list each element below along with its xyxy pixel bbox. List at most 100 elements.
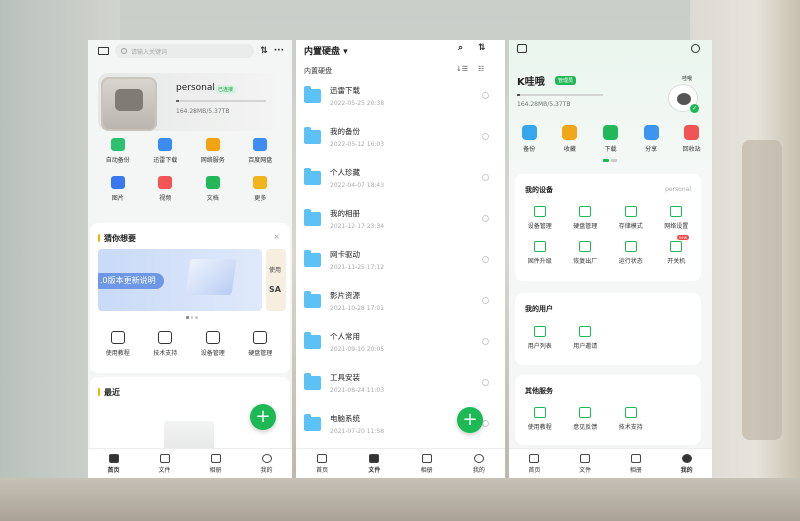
grid-item-7[interactable]: 文档 (189, 176, 237, 202)
grid-item-label: 运行状态 (618, 258, 643, 265)
tab-2[interactable]: 文件 (348, 449, 400, 478)
select-radio[interactable] (482, 215, 489, 222)
backup-icon (521, 125, 537, 140)
profile-icon (681, 453, 692, 463)
search-icon[interactable]: ⌕ (458, 43, 463, 53)
file-row[interactable]: 影片资源 2021-10-28 17:01 (296, 289, 505, 330)
file-row[interactable]: 我的备份 2022-05-12 16:03 (296, 125, 505, 166)
file-name: 工具安装 (330, 373, 360, 382)
grid-item-8[interactable]: new 开关机 (654, 235, 700, 265)
tab-3[interactable]: 相册 (401, 449, 453, 478)
quick-action-4[interactable]: 分享 (631, 125, 672, 153)
update-banner[interactable]: .0版本更新说明 (98, 249, 262, 311)
firmware-upgrade-icon (533, 241, 546, 252)
tab-2[interactable]: 文件 (560, 449, 611, 478)
view-mode-icon[interactable]: ☷ (478, 65, 484, 73)
quick-action-5[interactable]: 回收站 (671, 125, 712, 153)
grid-item-3[interactable]: 存储模式 (608, 206, 654, 230)
tab-1[interactable]: 首页 (296, 449, 348, 478)
storage-progress-bar (176, 100, 266, 102)
transfer-icon[interactable]: ⇅ (478, 43, 486, 53)
grid-item-1[interactable]: 设备管理 (517, 206, 563, 230)
grid-item-2[interactable]: 硬盘管理 (563, 206, 609, 230)
select-radio[interactable] (482, 297, 489, 304)
grid-item-3[interactable]: 技术支持 (608, 407, 654, 431)
sort-icon[interactable]: ↓☰ (456, 65, 468, 73)
other-section: 其他服务 使用教程 意见反馈 技术支持 (515, 375, 701, 445)
device-section-title: 我的设备 (525, 186, 553, 194)
select-radio[interactable] (482, 256, 489, 263)
grid-item-1[interactable]: 使用教程 (517, 407, 563, 431)
grid-item-5[interactable]: 图片 (94, 176, 142, 202)
tab-1[interactable]: 首页 (509, 449, 560, 478)
select-radio[interactable] (482, 379, 489, 386)
quick-action-1[interactable]: 备份 (509, 125, 550, 153)
grid-item-1[interactable]: 使用教程 (94, 331, 142, 357)
quick-action-3[interactable]: 下载 (590, 125, 631, 153)
drive-title[interactable]: 内置硬盘 ▾ (304, 44, 348, 57)
section-marker (98, 388, 100, 396)
file-row[interactable]: 个人常用 2021-09-10 20:05 (296, 330, 505, 371)
grid-item-6[interactable]: 视频 (142, 176, 190, 202)
grid-item-2[interactable]: 技术支持 (142, 331, 190, 357)
album-icon (421, 453, 432, 463)
home-icon (108, 453, 119, 463)
tab-2[interactable]: 文件 (139, 449, 190, 478)
search-input[interactable]: 请输入关键词 (115, 44, 255, 58)
grid-item-2[interactable]: 迅雷下载 (142, 138, 190, 164)
grid-item-5[interactable]: 固件升级 (517, 241, 563, 265)
file-date: 2021-10-28 17:01 (330, 305, 385, 312)
new-tag: new (676, 235, 689, 240)
next-banner[interactable]: 使用 SA (266, 249, 286, 311)
scan-icon[interactable] (517, 44, 527, 53)
tab-3[interactable]: 相册 (611, 449, 662, 478)
file-row[interactable]: 工具安装 2021-08-24 11:03 (296, 371, 505, 412)
select-radio[interactable] (482, 338, 489, 345)
file-row[interactable]: 网卡驱动 2021-11-25 17:12 (296, 248, 505, 289)
power-icon (670, 241, 683, 252)
grid-item-1[interactable]: 自动备份 (94, 138, 142, 164)
tab-3[interactable]: 相册 (190, 449, 241, 478)
file-row[interactable]: 个人珍藏 2022-04-07 18:43 (296, 166, 505, 207)
file-name: 个人常用 (330, 332, 360, 341)
device-section-name[interactable]: personal (665, 186, 691, 193)
select-radio[interactable] (482, 133, 489, 140)
grid-item-label: 意见反馈 (573, 424, 598, 431)
add-button[interactable]: + (250, 404, 276, 430)
grid-item-1[interactable]: 用户列表 (517, 326, 563, 350)
grid-item-6[interactable]: 恢复出厂 (563, 241, 609, 265)
transfer-icon[interactable]: ⇅ (260, 46, 268, 56)
add-button[interactable]: + (457, 407, 483, 433)
breadcrumb[interactable]: 内置硬盘 (304, 66, 332, 76)
quick-action-2[interactable]: 收藏 (550, 125, 591, 153)
run-status-icon (624, 241, 637, 252)
device-switch-icon[interactable] (98, 47, 109, 55)
settings-icon[interactable] (691, 44, 700, 53)
file-name: 电脑系统 (330, 414, 360, 423)
files-screen: 内置硬盘 ▾ ⌕ ⇅ 内置硬盘 ↓☰ ☷ 迅雷下载 2022-05-25 20:3… (296, 40, 505, 478)
grid-item-4[interactable]: 百度网盘 (237, 138, 285, 164)
tab-1[interactable]: 首页 (88, 449, 139, 478)
grid-item-2[interactable]: 意见反馈 (563, 407, 609, 431)
grid-item-8[interactable]: 更多 (237, 176, 285, 202)
file-row[interactable]: 迅雷下载 2022-05-25 20:38 (296, 84, 505, 125)
quick-actions: 备份 收藏 下载 分享 回收站 (509, 125, 712, 153)
network-settings-icon (670, 206, 683, 217)
device-card[interactable]: personal 已连接 164.28MB/5.37TB (98, 73, 278, 131)
more-icon[interactable]: ··· (274, 46, 284, 56)
tab-4[interactable]: 我的 (661, 449, 712, 478)
avatar[interactable]: ✓ (668, 84, 699, 113)
grid-item-7[interactable]: 运行状态 (608, 241, 654, 265)
grid-item-3[interactable]: 设备管理 (189, 331, 237, 357)
tab-4[interactable]: 我的 (453, 449, 505, 478)
grid-item-4[interactable]: 网络设置 (654, 206, 700, 230)
tab-4[interactable]: 我的 (241, 449, 292, 478)
grid-item-4[interactable]: 硬盘管理 (237, 331, 285, 357)
select-radio[interactable] (482, 174, 489, 181)
grid-item-3[interactable]: 网络服务 (189, 138, 237, 164)
select-radio[interactable] (482, 92, 489, 99)
close-icon[interactable]: × (273, 232, 280, 241)
select-radio[interactable] (482, 420, 489, 427)
grid-item-2[interactable]: 用户邀请 (563, 326, 609, 350)
file-row[interactable]: 我的相册 2021-12-17 23:34 (296, 207, 505, 248)
